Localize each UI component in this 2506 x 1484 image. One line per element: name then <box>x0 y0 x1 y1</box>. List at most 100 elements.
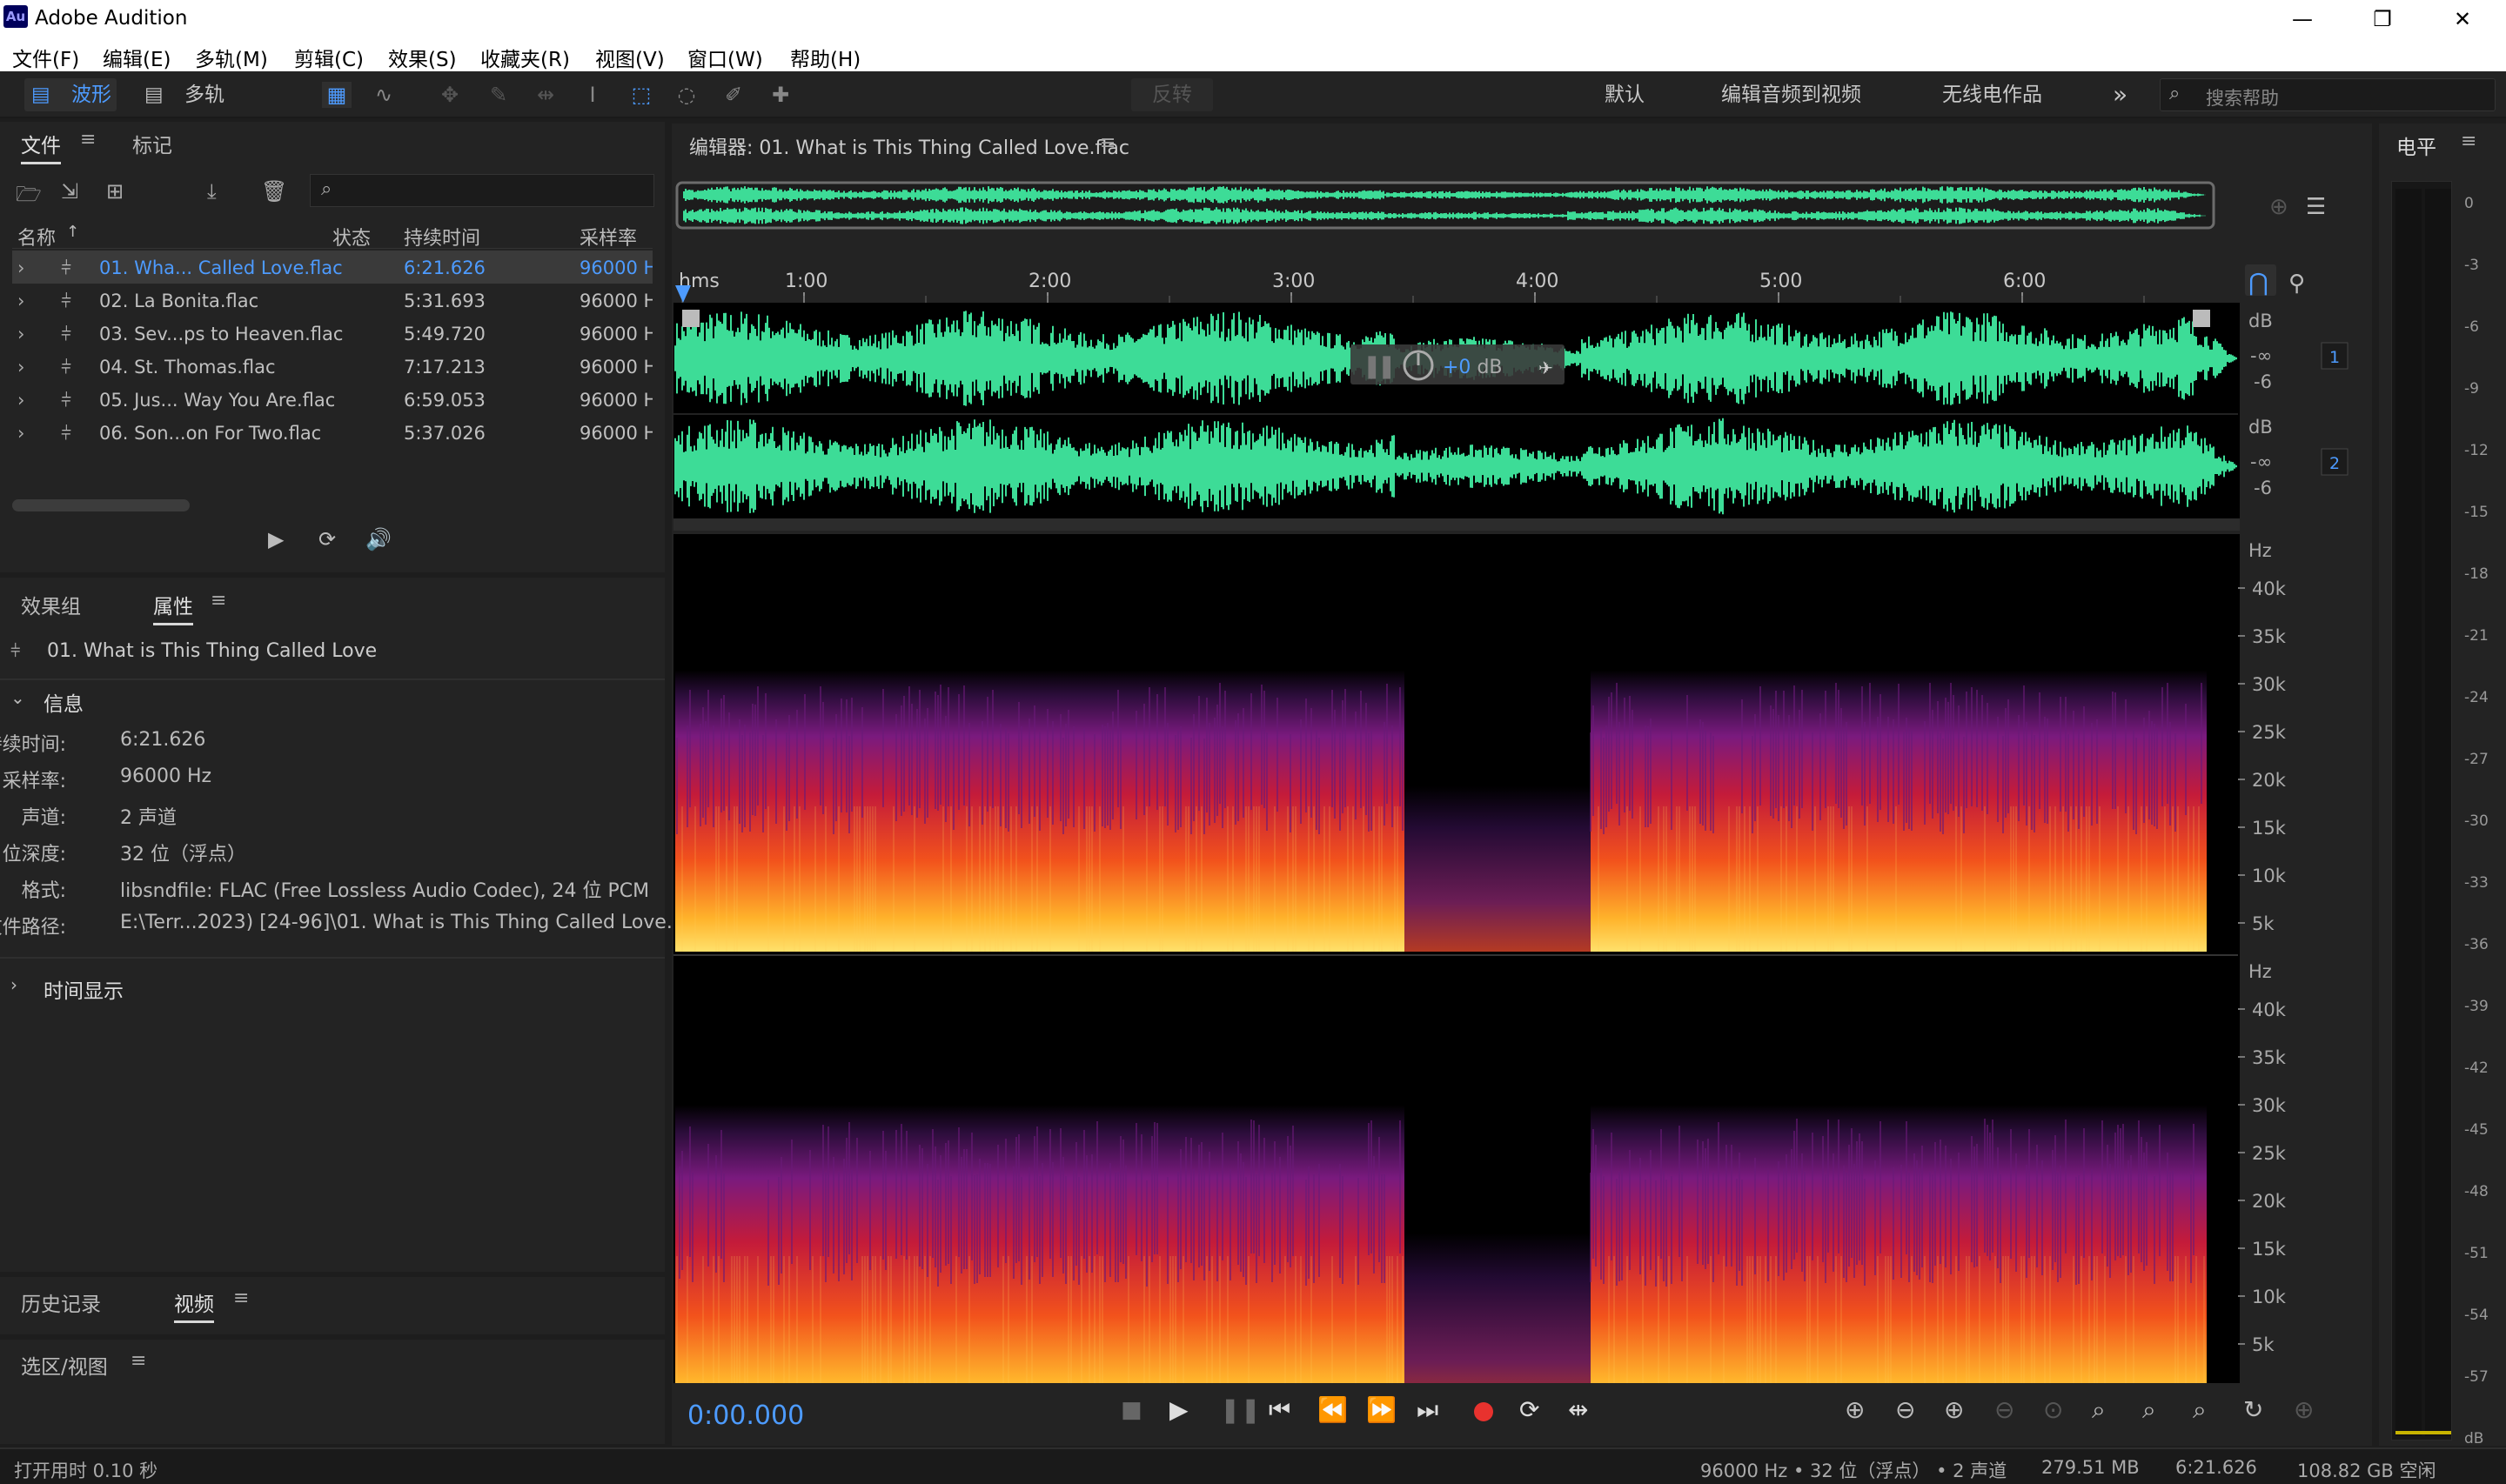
file-row[interactable]: › ⫩ 04. St. Thomas.flac 7:17.213 96000 H <box>12 350 653 383</box>
file-row[interactable]: › ⫩ 06. Son...on For Two.flac 5:37.026 96000… <box>12 416 653 449</box>
fade-out-handle[interactable] <box>2193 310 2210 327</box>
time-display[interactable]: 0:00.000 <box>687 1400 804 1431</box>
tab-markers[interactable]: 标记 <box>132 129 172 158</box>
lasso-tool-icon[interactable]: ◌ <box>672 82 701 108</box>
razor-tool-icon[interactable]: ✎ <box>484 82 513 108</box>
info-section-header[interactable]: 信息 <box>44 687 84 717</box>
waveform-display-icon[interactable]: ▦ <box>322 82 352 108</box>
stop-icon[interactable]: ■ <box>1121 1397 1142 1423</box>
brush-tool-icon[interactable]: ✐ <box>719 82 748 108</box>
zoom-selection-icon[interactable]: ⊙ <box>2043 1395 2063 1424</box>
file-row[interactable]: › ⫩ 03. Sev...ps to Heaven.flac 5:49.720 960… <box>12 317 653 350</box>
zoom-fit-icon[interactable]: ⌕ <box>2193 1395 2207 1425</box>
file-row[interactable]: › ⫩ 01. Wha... Called Love.flac 6:21.626 960… <box>12 251 653 284</box>
menu-effects[interactable]: 效果(S) <box>388 43 457 72</box>
record-icon[interactable] <box>1474 1402 1493 1421</box>
play-preview-icon[interactable]: ▶ <box>268 527 284 551</box>
spot-healing-icon[interactable]: ✚ <box>766 82 795 108</box>
minimize-button[interactable]: — <box>2262 0 2342 38</box>
col-duration[interactable]: 持续时间 <box>404 223 480 251</box>
waveform-spectral-divider[interactable] <box>673 518 2240 531</box>
workspace-default[interactable]: 默认 <box>1605 78 1645 111</box>
move-tool-icon[interactable]: ✥ <box>435 82 465 108</box>
spectral-display-icon[interactable]: ∿ <box>369 82 399 108</box>
zoom-reset-icon[interactable]: ↻ <box>2243 1395 2263 1424</box>
pause-icon[interactable]: ❚❚ <box>1220 1395 1261 1424</box>
import-file-icon[interactable]: ⇲ <box>61 179 78 204</box>
menu-view[interactable]: 视图(V) <box>595 43 665 72</box>
marquee-tool-icon[interactable]: ⬚ <box>626 82 656 108</box>
workspace-edit-audio-to-video[interactable]: 编辑音频到视频 <box>1721 78 1861 111</box>
editor-canvas[interactable]: ⊕ ☰ hms 1:00 2:00 3:00 4:00 5:00 6:00 ⋂ ⚲ ▐▐ +… <box>672 174 2372 1444</box>
spectral-channel-1[interactable] <box>675 538 2238 952</box>
tab-properties[interactable]: 属性 <box>153 590 193 625</box>
properties-menu-icon[interactable]: ≡ <box>211 590 226 612</box>
time-display-expand-icon[interactable]: › <box>10 974 17 995</box>
menu-help[interactable]: 帮助(H) <box>790 43 861 72</box>
video-menu-icon[interactable]: ≡ <box>233 1287 249 1309</box>
tab-video[interactable]: 视频 <box>174 1287 214 1323</box>
rewind-icon[interactable]: ⏪ <box>1317 1395 1348 1424</box>
file-row[interactable]: › ⫩ 05. Jus... Way You Are.flac 6:59.053 960… <box>12 383 653 416</box>
hud-gain-value[interactable]: +0 dB <box>1443 357 1503 378</box>
zoom-out-time-icon[interactable]: ⊖ <box>1994 1395 2014 1424</box>
expand-icon[interactable]: › <box>17 324 24 344</box>
col-status[interactable]: 状态 <box>332 223 371 251</box>
info-collapse-icon[interactable]: ⌄ <box>10 687 25 708</box>
help-search[interactable]: ⌕ 搜索帮助 <box>2160 78 2496 111</box>
expand-icon[interactable]: › <box>17 291 24 311</box>
zoom-in-point-icon[interactable]: ⌕ <box>2092 1395 2106 1425</box>
menu-favorites[interactable]: 收藏夹(R) <box>480 43 570 72</box>
time-display-section[interactable]: 时间显示 <box>44 974 124 1004</box>
gain-hud[interactable]: ▐▐ +0 dB ✈ <box>1350 344 1565 384</box>
more-workspaces-button[interactable]: » <box>2113 78 2127 111</box>
play-icon[interactable]: ▶ <box>1169 1395 1189 1424</box>
slip-tool-icon[interactable]: ⇹ <box>531 82 560 108</box>
restore-button[interactable]: ❐ <box>2342 0 2422 38</box>
zoom-overview-icon[interactable]: ⊕ <box>2269 194 2288 220</box>
file-row[interactable]: › ⫩ 02. La Bonita.flac 5:31.693 96000 H <box>12 284 653 317</box>
time-selection-tool-icon[interactable]: I <box>578 82 607 108</box>
menu-edit[interactable]: 编辑(E) <box>103 43 171 72</box>
search-input[interactable]: 搜索帮助 <box>2206 84 2279 110</box>
menu-window[interactable]: 窗口(W) <box>687 43 763 72</box>
new-file-icon[interactable]: ⊞ <box>106 179 124 204</box>
file-search-input[interactable]: ⌕ <box>310 174 654 207</box>
tab-history[interactable]: 历史记录 <box>21 1287 101 1317</box>
menu-file[interactable]: 文件(F) <box>12 43 79 72</box>
editor-menu-icon[interactable]: ≡ <box>1100 132 1116 154</box>
delete-icon[interactable]: 🗑 <box>261 179 287 204</box>
pin-hud-icon[interactable]: ✈ <box>1538 358 1553 378</box>
workspace-radio-production[interactable]: 无线电作品 <box>1942 78 2042 111</box>
fast-forward-icon[interactable]: ⏩ <box>1366 1395 1397 1424</box>
zoom-in-amplitude-icon[interactable]: ⊕ <box>1845 1395 1865 1424</box>
waveform-view-button[interactable]: ▤ 波形 <box>24 78 117 111</box>
close-button[interactable]: ✕ <box>2422 0 2503 38</box>
insert-icon[interactable]: ⤓ <box>207 179 217 204</box>
open-file-icon[interactable]: 🗁 <box>16 179 42 215</box>
zoom-out-full-icon[interactable]: ⌕ <box>2142 1395 2156 1425</box>
tab-files[interactable]: 文件 <box>21 129 61 164</box>
menu-clip[interactable]: 剪辑(C) <box>294 43 364 72</box>
expand-icon[interactable]: › <box>17 257 24 278</box>
file-list-scrollbar[interactable] <box>12 499 190 511</box>
loop-icon[interactable]: ⟳ <box>1519 1395 1539 1424</box>
channel-number[interactable]: 2 <box>2329 454 2340 473</box>
zoom-freq-icon[interactable]: ⊕ <box>2294 1395 2314 1424</box>
panel-layout-icon[interactable]: ☰ <box>2306 194 2326 220</box>
auto-play-icon[interactable]: 🔊 <box>365 527 392 551</box>
channel-number[interactable]: 1 <box>2329 348 2340 367</box>
marker-pin-icon[interactable]: ⚲ <box>2288 271 2305 297</box>
fade-in-handle[interactable] <box>682 310 700 327</box>
zoom-in-time-icon[interactable]: ⊕ <box>1944 1395 1964 1424</box>
col-name[interactable]: 名称 <box>17 223 56 251</box>
spectral-channel-2[interactable] <box>675 959 2238 1416</box>
expand-icon[interactable]: › <box>17 390 24 411</box>
loop-preview-icon[interactable]: ⟳ <box>318 527 336 551</box>
col-rate[interactable]: 采样率 <box>580 223 637 251</box>
expand-icon[interactable]: › <box>17 357 24 378</box>
tab-effects-rack[interactable]: 效果组 <box>21 590 81 619</box>
expand-icon[interactable]: › <box>17 423 24 444</box>
multitrack-view-button[interactable]: ▤ 多轨 <box>139 78 235 111</box>
selection-view-menu-icon[interactable]: ≡ <box>131 1350 146 1372</box>
